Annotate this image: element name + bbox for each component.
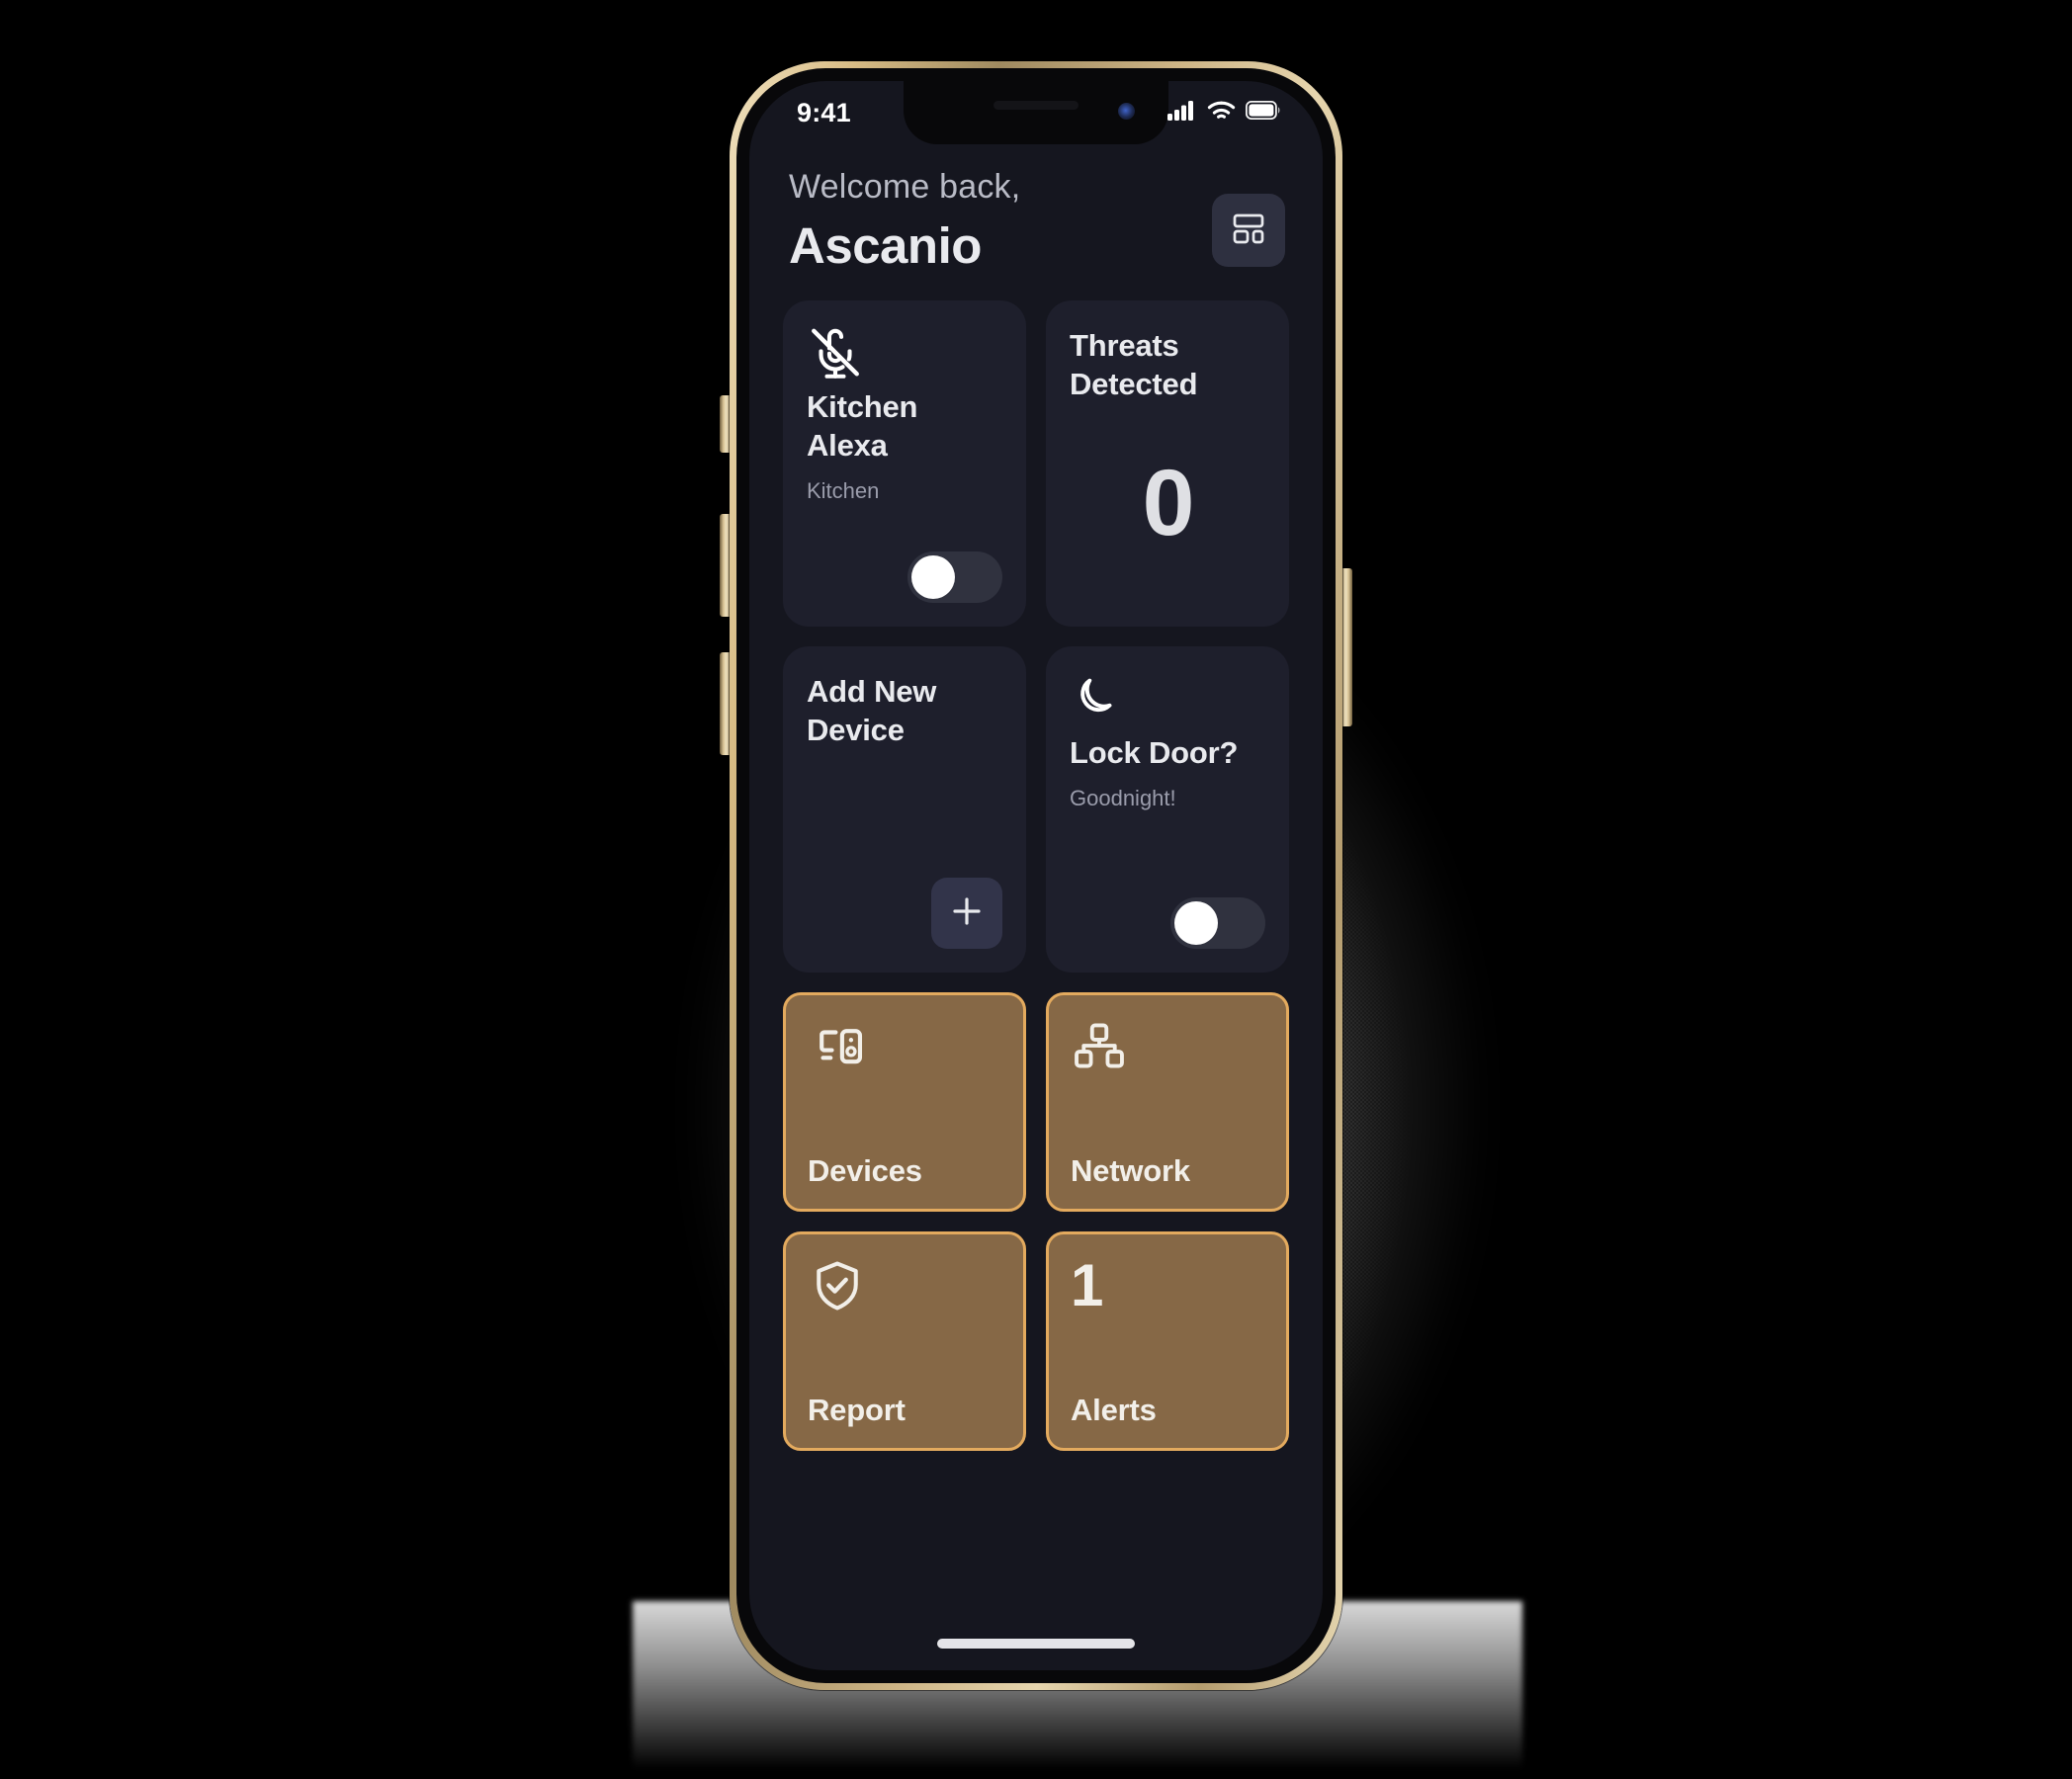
- card-threats-detected[interactable]: Threats Detected 0: [1046, 300, 1289, 627]
- tile-label: Report: [808, 1393, 906, 1427]
- tile-devices[interactable]: Devices: [783, 992, 1026, 1212]
- threats-value-wrap: 0: [1070, 403, 1265, 603]
- card-spacer: [807, 504, 1002, 551]
- card-footer: [807, 551, 1002, 603]
- tile-alerts[interactable]: 1 Alerts: [1046, 1231, 1289, 1451]
- microphone-off-icon: [807, 326, 1002, 387]
- cellular-signal-icon: [1167, 100, 1197, 126]
- tile-network[interactable]: Network: [1046, 992, 1289, 1212]
- quick-actions-grid: Devices Network Report 1 Alerts: [783, 992, 1289, 1451]
- power-button[interactable]: [1341, 568, 1352, 726]
- card-title: Kitchen Alexa: [807, 389, 918, 464]
- tile-label: Alerts: [1071, 1393, 1157, 1427]
- tile-label: Devices: [808, 1153, 922, 1188]
- toggle-lock-door[interactable]: [1170, 897, 1265, 949]
- card-title-line2: Device: [807, 713, 905, 748]
- wifi-icon: [1207, 100, 1236, 126]
- card-footer: [807, 878, 1002, 949]
- phone-screen: 9:41 Welcome back, Ascanio Kitchen Alexa…: [749, 81, 1323, 1670]
- screenshot-stage: 9:41 Welcome back, Ascanio Kitchen Alexa…: [0, 0, 2072, 1779]
- header-row: Welcome back, Ascanio: [783, 168, 1289, 275]
- toggle-knob: [911, 555, 955, 599]
- welcome-text: Welcome back,: [789, 168, 1021, 206]
- dashboard-layout-button[interactable]: [1212, 194, 1285, 267]
- shield-check-icon: [808, 1256, 1001, 1320]
- devices-monitor-tower-icon: [808, 1017, 1001, 1083]
- moon-icon: [1070, 672, 1265, 733]
- card-kitchen-alexa[interactable]: Kitchen Alexa Kitchen: [783, 300, 1026, 627]
- card-subtitle: Kitchen: [807, 478, 880, 504]
- cards-grid: Kitchen Alexa Kitchen Threats Detected 0…: [783, 300, 1289, 973]
- toggle-knob: [1174, 901, 1218, 945]
- alerts-badge-count: 1: [1071, 1252, 1104, 1318]
- page-title: Ascanio: [789, 217, 982, 274]
- network-hierarchy-icon: [1071, 1017, 1264, 1079]
- plus-icon: [949, 893, 985, 934]
- dashboard-layout-icon: [1230, 210, 1267, 252]
- card-add-new-device[interactable]: Add New Device: [783, 646, 1026, 973]
- threats-count: 0: [1142, 450, 1195, 555]
- battery-icon: [1245, 100, 1281, 125]
- card-title: Lock Door?: [1070, 735, 1239, 770]
- card-title-line1: Add New: [807, 674, 937, 709]
- tile-label: Network: [1071, 1153, 1190, 1188]
- card-spacer: [1070, 811, 1265, 897]
- card-subtitle: Goodnight!: [1070, 786, 1176, 811]
- status-bar: 9:41: [749, 81, 1323, 144]
- status-icons-group: [1167, 100, 1281, 126]
- phone-bezel: 9:41 Welcome back, Ascanio Kitchen Alexa…: [736, 68, 1336, 1683]
- toggle-kitchen-alexa[interactable]: [907, 551, 1002, 603]
- status-time: 9:41: [797, 97, 851, 127]
- home-indicator[interactable]: [937, 1639, 1135, 1649]
- greeting-block: Welcome back, Ascanio: [783, 168, 1020, 275]
- card-title-line2: Detected: [1070, 367, 1198, 402]
- dashboard-content: Welcome back, Ascanio Kitchen Alexa Kitc…: [749, 144, 1323, 1451]
- card-lock-door[interactable]: Lock Door? Goodnight!: [1046, 646, 1289, 973]
- tile-report[interactable]: Report: [783, 1231, 1026, 1451]
- card-title-line1: Threats: [1070, 328, 1179, 363]
- card-footer: [1070, 897, 1265, 949]
- phone-frame: 9:41 Welcome back, Ascanio Kitchen Alexa…: [730, 61, 1342, 1690]
- add-device-button[interactable]: [931, 878, 1002, 949]
- card-spacer: [807, 749, 1002, 878]
